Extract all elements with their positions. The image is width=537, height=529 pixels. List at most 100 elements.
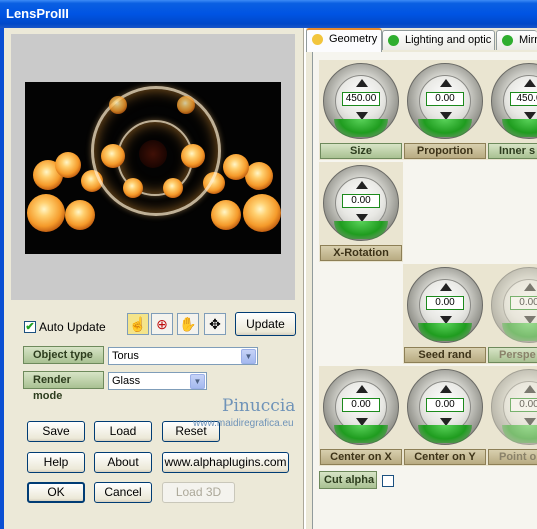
point-label: Point o — [488, 449, 537, 465]
x-rotation-control: 0.00 X-Rotation — [319, 162, 403, 262]
load-button[interactable]: Load — [94, 421, 152, 442]
inner-size-dial[interactable]: 450.0 — [491, 63, 537, 139]
center-y-label: Center on Y — [404, 449, 486, 465]
dial-indicator — [334, 425, 388, 443]
orb — [243, 194, 281, 232]
perspective-value[interactable]: 0.00 — [510, 296, 537, 310]
perspective-dial[interactable]: 0.00 — [491, 267, 537, 343]
center-x-label: Center on X — [320, 449, 402, 465]
inner-size-value[interactable]: 450.0 — [510, 92, 537, 106]
tab-strip: Geometry Lighting and optic Mirr — [305, 28, 537, 52]
orb — [223, 154, 249, 180]
object-type-value: Torus — [112, 350, 139, 362]
orb — [177, 96, 195, 114]
seed-rand-label: Seed rand — [404, 347, 486, 363]
orb — [123, 178, 143, 198]
watermark-url: www.maidiregrafica.eu — [193, 418, 294, 429]
arrow-up-icon[interactable] — [440, 79, 452, 87]
cut-alpha-label: Cut alpha — [319, 471, 377, 489]
size-value[interactable]: 450.00 — [342, 92, 380, 106]
orb — [101, 144, 125, 168]
arrow-up-icon[interactable] — [356, 181, 368, 189]
size-dial[interactable]: 450.00 — [323, 63, 399, 139]
orb — [109, 96, 127, 114]
arrow-up-icon[interactable] — [524, 79, 536, 87]
pointer-tool-icon[interactable]: ☝ — [127, 313, 149, 335]
panel-divider — [303, 28, 306, 529]
orb — [211, 200, 241, 230]
tab-label: Lighting and optic — [405, 34, 492, 46]
center-x-value[interactable]: 0.00 — [342, 398, 380, 412]
proportion-dial[interactable]: 0.00 — [407, 63, 483, 139]
size-label: Size — [320, 143, 402, 159]
arrow-up-icon[interactable] — [524, 385, 536, 393]
ok-button[interactable]: OK — [27, 482, 85, 503]
orb — [65, 200, 95, 230]
save-button[interactable]: Save — [27, 421, 85, 442]
move-tool-icon[interactable]: ✥ — [204, 313, 226, 335]
size-control: 450.00 Size — [319, 60, 403, 160]
center-y-value[interactable]: 0.00 — [426, 398, 464, 412]
circle-icon — [502, 35, 513, 46]
arrow-up-icon[interactable] — [356, 79, 368, 87]
inner-size-label: Inner s — [488, 143, 537, 159]
torus-center — [139, 140, 167, 168]
orb — [181, 144, 205, 168]
dial-indicator — [334, 221, 388, 239]
proportion-label: Proportion — [404, 143, 486, 159]
circle-icon — [388, 35, 399, 46]
render-mode-label: Render mode — [23, 371, 104, 402]
tab-mirror[interactable]: Mirr — [496, 30, 537, 50]
hand-tool-icon[interactable]: ✋ — [177, 313, 199, 335]
render-mode-select[interactable]: Glass ▼ — [108, 372, 207, 390]
orb — [27, 194, 65, 232]
x-rotation-dial[interactable]: 0.00 — [323, 165, 399, 241]
cut-alpha-checkbox[interactable] — [382, 475, 394, 487]
object-type-label: Object type — [23, 346, 104, 364]
auto-update-label: Auto Update — [39, 320, 106, 334]
render-mode-value: Glass — [112, 375, 141, 387]
center-y-dial[interactable]: 0.00 — [407, 369, 483, 445]
arrow-up-icon[interactable] — [356, 385, 368, 393]
load-3d-button[interactable]: Load 3D — [162, 482, 235, 503]
update-button[interactable]: Update — [235, 312, 296, 336]
orb — [163, 178, 183, 198]
center-x-dial[interactable]: 0.00 — [323, 369, 399, 445]
window-frame-left — [0, 28, 4, 529]
chevron-down-icon: ▼ — [190, 374, 205, 389]
arrow-up-icon[interactable] — [440, 385, 452, 393]
perspective-label: Perspe — [488, 347, 537, 363]
zoom-in-icon[interactable]: ⊕ — [151, 313, 173, 335]
preview-image — [25, 82, 281, 254]
orb — [55, 152, 81, 178]
point-dial[interactable]: 0.00 — [491, 369, 537, 445]
title-bar: LensProIII — [0, 0, 537, 28]
object-type-select[interactable]: Torus ▼ — [108, 347, 258, 365]
seed-rand-value[interactable]: 0.00 — [426, 296, 464, 310]
help-button[interactable]: Help — [27, 452, 85, 473]
point-value[interactable]: 0.00 — [510, 398, 537, 412]
seed-rand-dial[interactable]: 0.00 — [407, 267, 483, 343]
sun-icon — [312, 34, 323, 45]
proportion-value[interactable]: 0.00 — [426, 92, 464, 106]
point-control: 0.00 Point o — [487, 366, 537, 466]
x-rotation-label: X-Rotation — [320, 245, 402, 261]
dial-indicator — [502, 119, 537, 137]
window-title: LensProIII — [6, 6, 69, 21]
dial-indicator — [502, 323, 537, 341]
dial-indicator — [334, 119, 388, 137]
tab-lighting[interactable]: Lighting and optic — [382, 30, 495, 50]
tab-label: Geometry — [329, 33, 378, 45]
arrow-up-icon[interactable] — [440, 283, 452, 291]
center-y-control: 0.00 Center on Y — [403, 366, 487, 466]
center-x-control: 0.00 Center on X — [319, 366, 403, 466]
cancel-button[interactable]: Cancel — [94, 482, 152, 503]
tab-geometry[interactable]: Geometry — [306, 28, 382, 52]
orb — [245, 162, 273, 190]
about-button[interactable]: About — [94, 452, 152, 473]
website-button[interactable]: www.alphaplugins.com — [162, 452, 289, 473]
x-rotation-value[interactable]: 0.00 — [342, 194, 380, 208]
auto-update-checkbox[interactable]: ✔ — [24, 321, 36, 333]
tab-label: Mirr — [519, 34, 537, 46]
arrow-up-icon[interactable] — [524, 283, 536, 291]
